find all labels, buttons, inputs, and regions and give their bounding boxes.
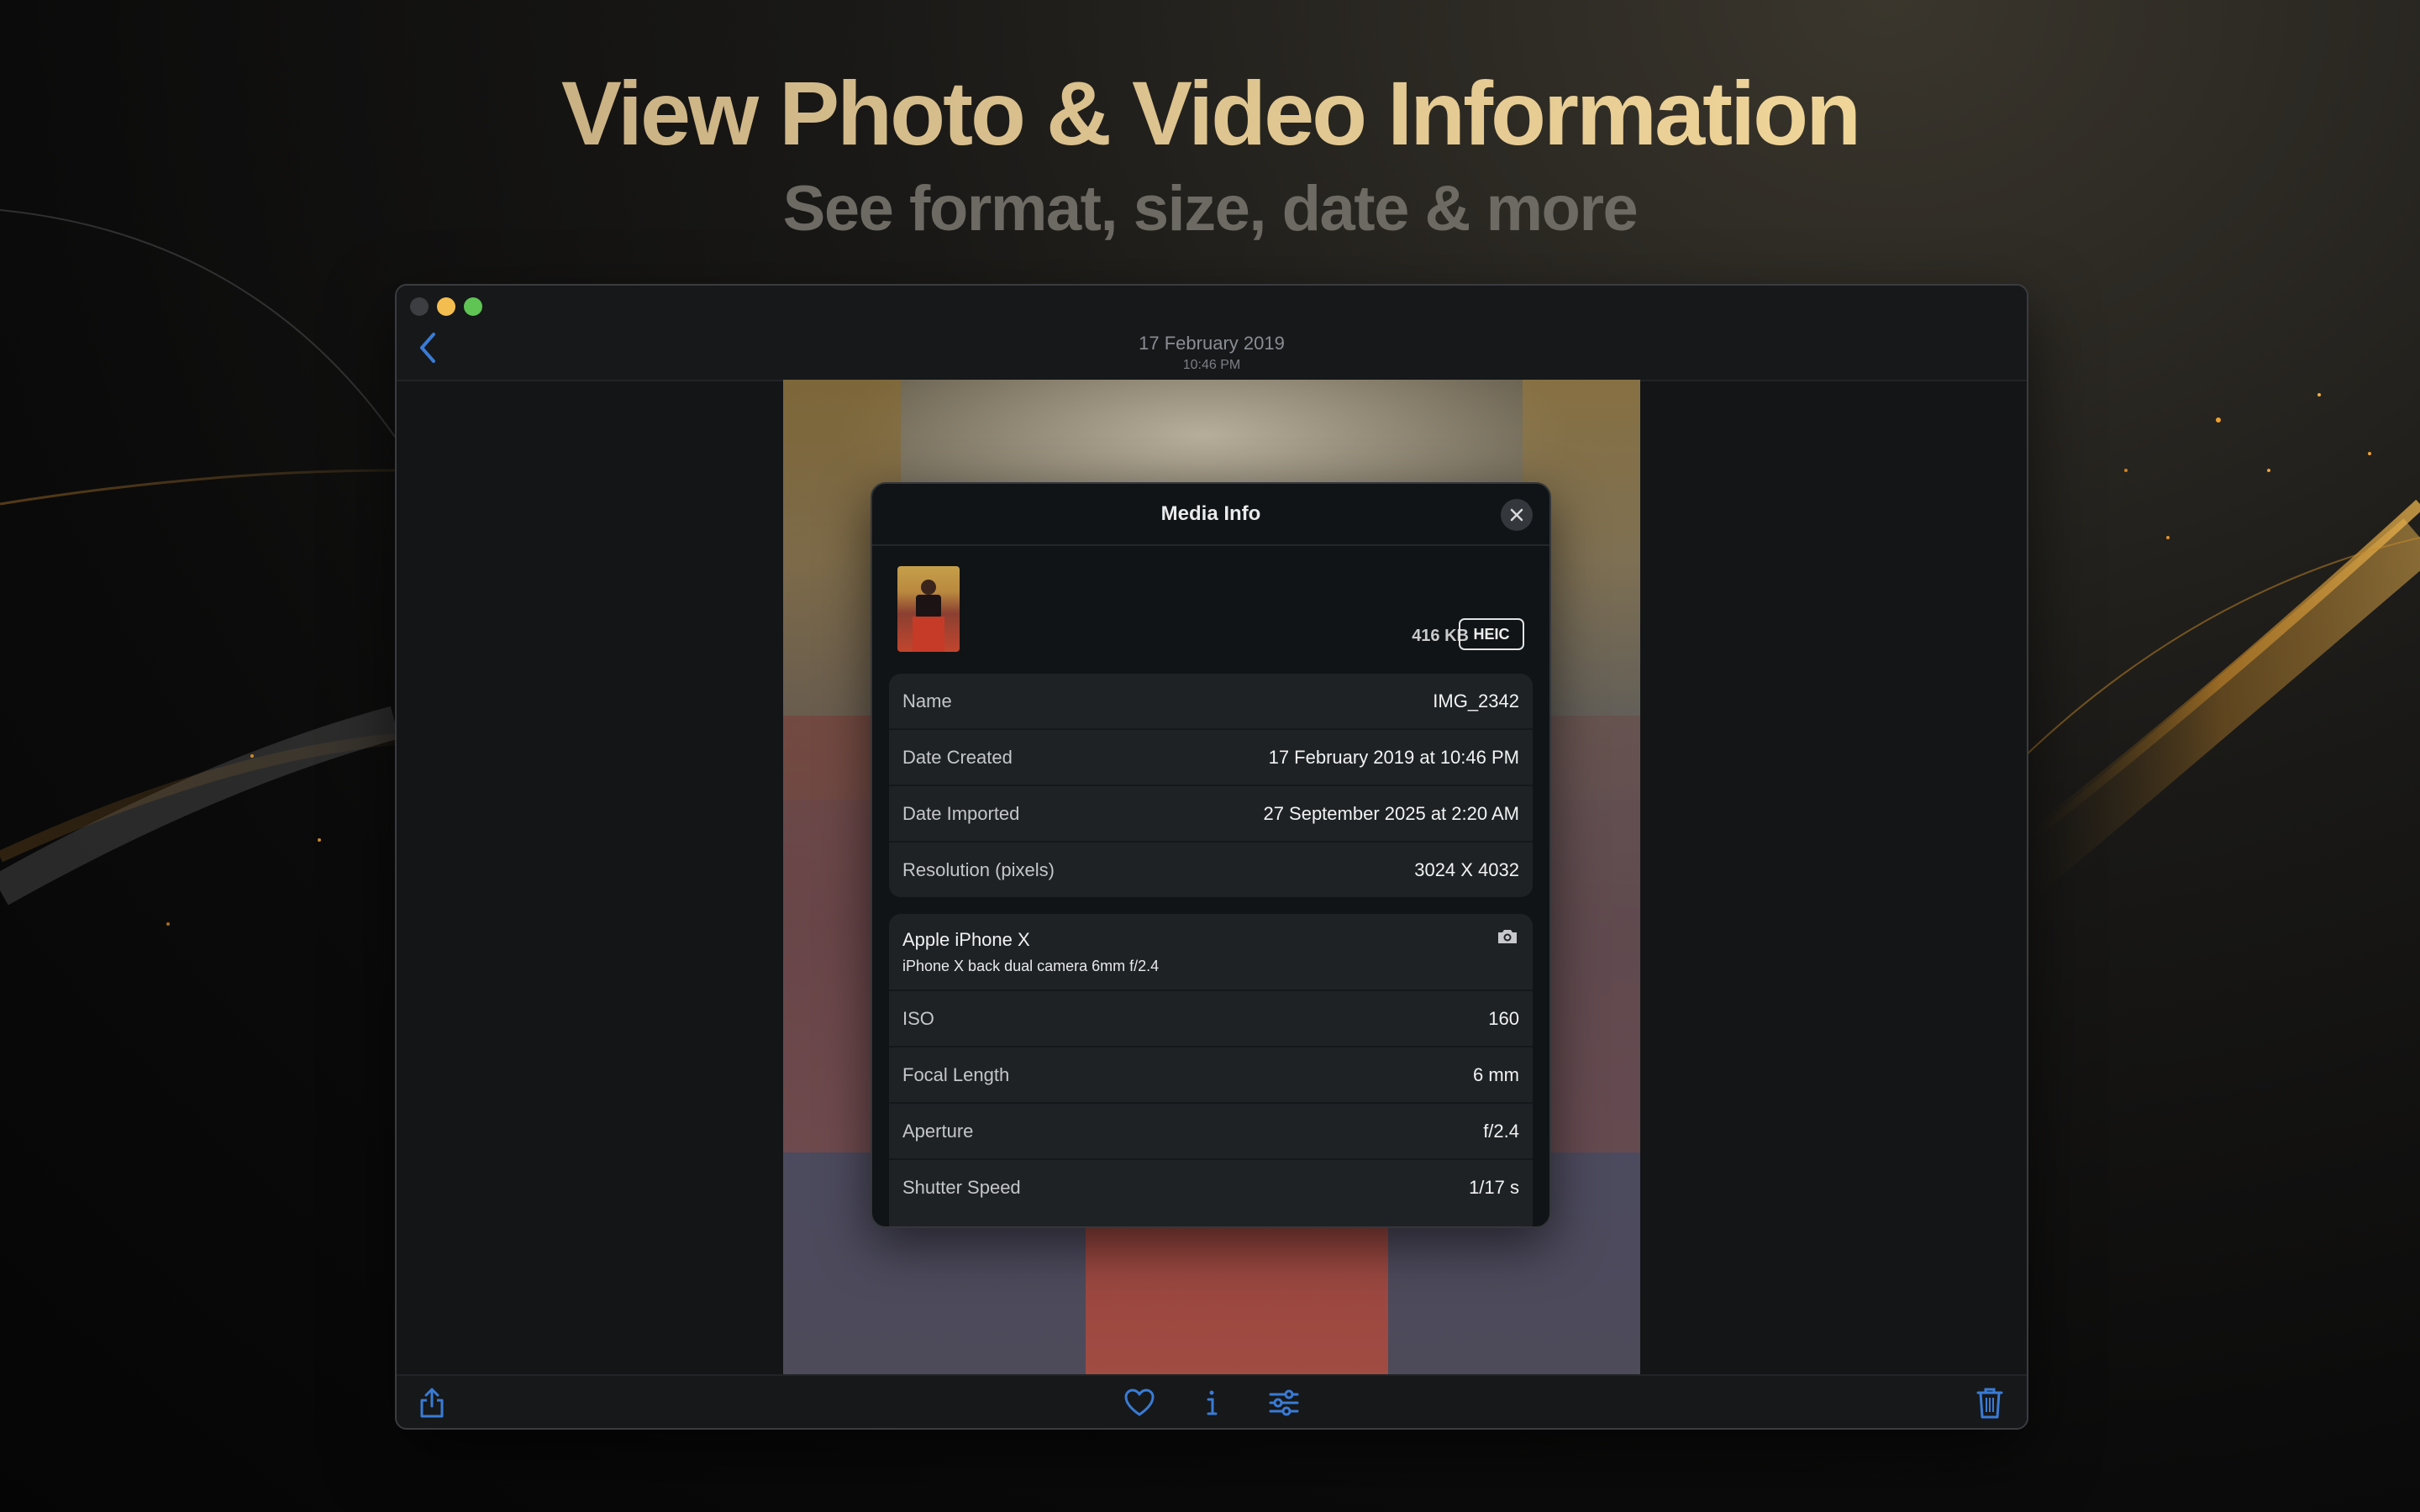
row-label: Date Imported xyxy=(902,803,1020,824)
media-thumbnail xyxy=(897,566,960,652)
row-value: 6 mm xyxy=(1473,1064,1519,1085)
close-button[interactable] xyxy=(1501,499,1533,531)
window-maximize-button[interactable] xyxy=(464,297,482,316)
photo-date: 17 February 2019 xyxy=(1139,333,1285,354)
row-label: Name xyxy=(902,690,952,711)
info-row-name: Name IMG_2342 xyxy=(889,674,1533,730)
media-info-dialog: Media Info 416 KB HEIC Name IMG_2342 Dat… xyxy=(871,482,1551,1228)
close-icon xyxy=(1510,508,1523,522)
row-value: f/2.4 xyxy=(1483,1121,1519,1142)
row-label: Aperture xyxy=(902,1121,974,1142)
dialog-header: Media Info xyxy=(872,484,1549,546)
row-label: Focal Length xyxy=(902,1064,1010,1085)
row-value: IMG_2342 xyxy=(1433,690,1519,711)
row-label: Date Created xyxy=(902,747,1013,768)
trash-icon[interactable] xyxy=(1971,1384,2008,1421)
share-icon[interactable] xyxy=(413,1384,450,1421)
bottom-toolbar xyxy=(397,1374,2027,1428)
info-row-date-created: Date Created 17 February 2019 at 10:46 P… xyxy=(889,730,1533,786)
camera-row-aperture: Aperture f/2.4 xyxy=(889,1104,1533,1160)
row-value: 3024 X 4032 xyxy=(1414,859,1519,880)
row-label: Resolution (pixels) xyxy=(902,859,1055,880)
info-row-resolution: Resolution (pixels) 3024 X 4032 xyxy=(889,843,1533,897)
heart-icon[interactable] xyxy=(1121,1384,1158,1421)
camera-row-focal-length: Focal Length 6 mm xyxy=(889,1047,1533,1104)
file-info-section: Name IMG_2342 Date Created 17 February 2… xyxy=(889,674,1533,897)
title-bar: 17 February 2019 10:46 PM xyxy=(397,286,2027,381)
row-value: 1/17 s xyxy=(1469,1177,1519,1198)
camera-header: Apple iPhone X iPhone X back dual camera… xyxy=(889,914,1533,991)
format-badge: HEIC xyxy=(1459,618,1524,650)
camera-row-shutter-speed: Shutter Speed 1/17 s xyxy=(889,1160,1533,1215)
file-size: 416 KB xyxy=(1412,627,1469,645)
camera-icon xyxy=(1498,930,1517,943)
row-value: 17 February 2019 at 10:46 PM xyxy=(1268,747,1519,768)
window-close-button[interactable] xyxy=(410,297,429,316)
camera-row-iso: ISO 160 xyxy=(889,991,1533,1047)
headline: View Photo & Video Information xyxy=(0,60,2420,165)
row-value: 160 xyxy=(1488,1008,1519,1029)
camera-lens: iPhone X back dual camera 6mm f/2.4 xyxy=(902,958,1160,974)
camera-info-section: Apple iPhone X iPhone X back dual camera… xyxy=(889,914,1533,1226)
dialog-title: Media Info xyxy=(1160,502,1261,525)
subheadline: See format, size, date & more xyxy=(782,173,1639,244)
window-minimize-button[interactable] xyxy=(437,297,455,316)
row-label: ISO xyxy=(902,1008,934,1029)
info-icon[interactable] xyxy=(1193,1384,1230,1421)
row-label: Shutter Speed xyxy=(902,1177,1021,1198)
camera-model: Apple iPhone X xyxy=(902,929,1030,950)
info-row-date-imported: Date Imported 27 September 2025 at 2:20 … xyxy=(889,786,1533,843)
adjust-icon[interactable] xyxy=(1265,1384,1302,1421)
photo-time: 10:46 PM xyxy=(1182,358,1241,372)
row-value: 27 September 2025 at 2:20 AM xyxy=(1263,803,1519,824)
